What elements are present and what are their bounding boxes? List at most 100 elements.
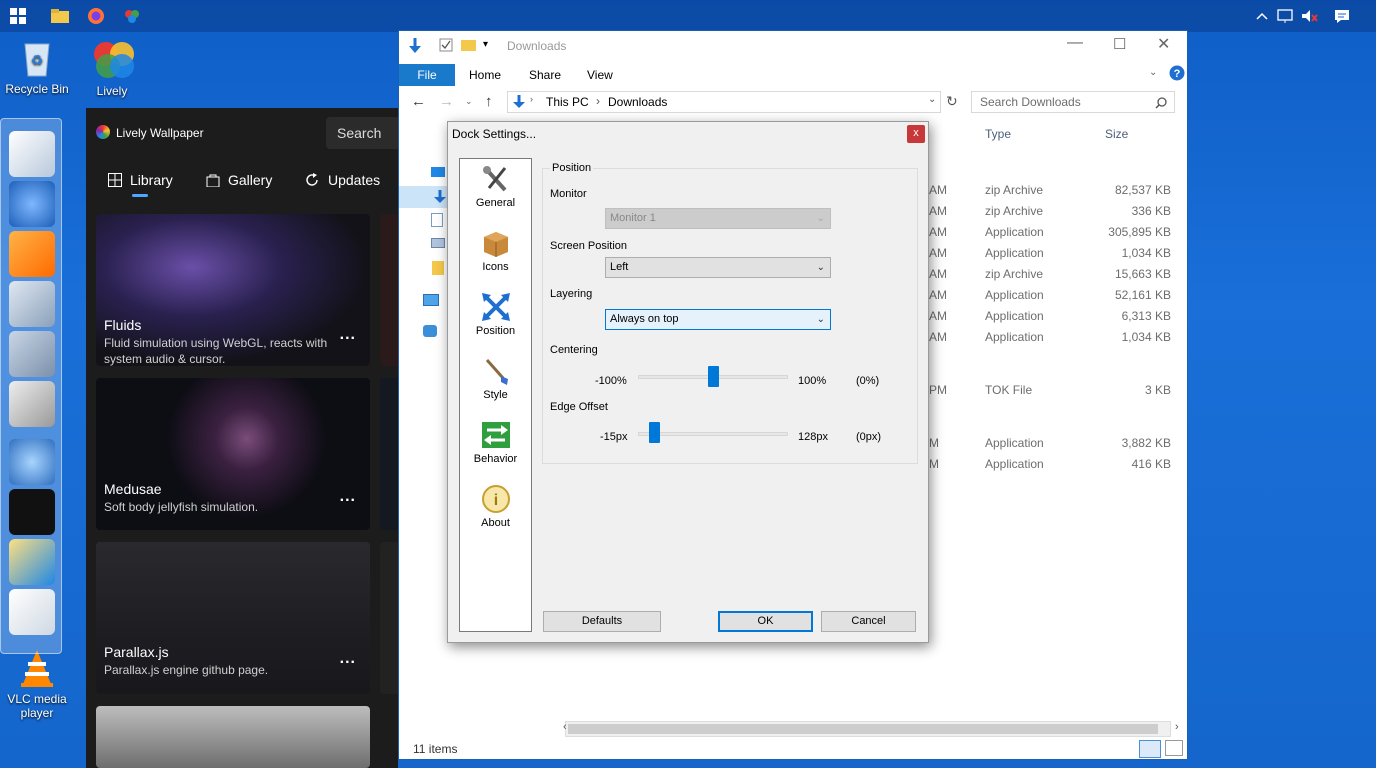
- pictures-icon[interactable]: [431, 238, 445, 248]
- minimize-button[interactable]: —: [1067, 34, 1083, 52]
- back-arrow-icon[interactable]: ←: [411, 93, 426, 110]
- file-row[interactable]: AM Application 1,034 KB: [929, 246, 1179, 267]
- file-row[interactable]: AM Application 305,895 KB: [929, 225, 1179, 246]
- card-more-button[interactable]: ...: [340, 326, 356, 344]
- wallpaper-card-partial[interactable]: [380, 214, 398, 366]
- dock-item-recycle[interactable]: [9, 589, 55, 635]
- notifications-icon[interactable]: [1332, 6, 1352, 26]
- edge-offset-slider-track[interactable]: [638, 432, 788, 436]
- card-more-button[interactable]: ...: [340, 488, 356, 506]
- forward-arrow-icon[interactable]: →: [439, 93, 454, 110]
- desktop-folder-icon[interactable]: [431, 167, 445, 177]
- dock-item-internet[interactable]: [9, 181, 55, 227]
- dialog-close-button[interactable]: x: [907, 125, 925, 143]
- dock-item-tools[interactable]: [9, 381, 55, 427]
- nav-about[interactable]: i About: [460, 483, 531, 529]
- chevron-down-icon[interactable]: ⌄: [928, 94, 936, 105]
- wallpaper-card-partial[interactable]: [96, 706, 370, 768]
- menu-home[interactable]: Home: [455, 64, 515, 86]
- details-view-icon[interactable]: [1139, 740, 1161, 758]
- tab-updates[interactable]: Updates: [304, 172, 380, 188]
- lively-taskbar-icon[interactable]: [122, 6, 142, 26]
- file-row[interactable]: M Application 416 KB: [929, 457, 1179, 478]
- chevron-down-icon[interactable]: ⌄: [465, 96, 473, 107]
- file-row[interactable]: AM Application 52,161 KB: [929, 288, 1179, 309]
- lively-desktop-icon[interactable]: Lively: [75, 40, 149, 98]
- chevron-down-icon[interactable]: ⌄: [1149, 67, 1157, 78]
- dock-item-settings[interactable]: [9, 131, 55, 177]
- network-icon[interactable]: [1276, 6, 1296, 26]
- nav-behavior[interactable]: Behavior: [460, 419, 531, 465]
- chevron-down-icon[interactable]: ▾: [483, 39, 488, 50]
- nav-icons[interactable]: Icons: [460, 227, 531, 273]
- wallpaper-card-partial[interactable]: [380, 378, 398, 530]
- address-bar[interactable]: › This PC › Downloads ⌄: [507, 91, 941, 113]
- tab-library[interactable]: Library: [108, 172, 173, 188]
- maximize-button[interactable]: ☐: [1113, 35, 1126, 53]
- cancel-button[interactable]: Cancel: [821, 611, 916, 632]
- file-row[interactable]: AM Application 6,313 KB: [929, 309, 1179, 330]
- dock-item-folder[interactable]: [9, 281, 55, 327]
- screen-position-select[interactable]: Left ⌄: [605, 257, 831, 278]
- wallpaper-card-parallax[interactable]: Parallax.js Parallax.js engine github pa…: [96, 542, 370, 694]
- card-more-button[interactable]: ...: [340, 650, 356, 668]
- folder-icon[interactable]: [432, 261, 444, 275]
- large-icons-view-icon[interactable]: [1165, 740, 1183, 756]
- network-icon[interactable]: [423, 325, 437, 337]
- layering-select[interactable]: Always on top ⌄: [605, 309, 831, 330]
- nav-general[interactable]: General: [460, 163, 531, 209]
- scroll-right-icon[interactable]: ›: [1175, 721, 1179, 733]
- file-explorer-icon[interactable]: [50, 6, 70, 26]
- refresh-icon[interactable]: ↻: [946, 93, 958, 110]
- defaults-button[interactable]: Defaults: [543, 611, 661, 632]
- windows-start-icon[interactable]: [8, 6, 28, 26]
- dock-item-visual-studio[interactable]: [9, 539, 55, 585]
- menu-file[interactable]: File: [399, 64, 455, 86]
- column-type[interactable]: Type: [985, 127, 1011, 141]
- wallpaper-card-medusae[interactable]: Medusae Soft body jellyfish simulation. …: [96, 378, 370, 530]
- new-folder-icon[interactable]: [461, 38, 477, 52]
- tab-gallery[interactable]: Gallery: [206, 172, 272, 188]
- dock-item-tshirt[interactable]: [9, 489, 55, 535]
- chevron-up-icon[interactable]: [1252, 6, 1272, 26]
- recycle-bin-desktop-icon[interactable]: ♻ Recycle Bin: [0, 38, 74, 96]
- dock-item-firefox[interactable]: [9, 231, 55, 277]
- scrollbar-thumb[interactable]: [568, 724, 1158, 734]
- dock-item-computer[interactable]: [9, 331, 55, 377]
- edge-offset-slider-thumb[interactable]: [648, 422, 660, 443]
- file-row[interactable]: AM zip Archive 15,663 KB: [929, 267, 1179, 288]
- search-input[interactable]: Search Downloads: [971, 91, 1175, 113]
- wallpaper-card-fluids[interactable]: Fluids Fluid simulation using WebGL, rea…: [96, 214, 370, 366]
- monitor-select[interactable]: Monitor 1 ⌄: [605, 208, 831, 229]
- dock-item-network[interactable]: [9, 439, 55, 485]
- breadcrumb-this-pc[interactable]: This PC: [546, 95, 589, 109]
- file-row[interactable]: M Application 3,882 KB: [929, 436, 1179, 457]
- nav-style[interactable]: Style: [460, 355, 531, 401]
- column-size[interactable]: Size: [1105, 127, 1128, 141]
- wallpaper-card-partial[interactable]: [380, 542, 398, 694]
- breadcrumb-downloads[interactable]: Downloads: [608, 95, 667, 109]
- scroll-left-icon[interactable]: ‹: [563, 721, 567, 733]
- vlc-desktop-icon[interactable]: VLC media player: [0, 648, 74, 720]
- properties-icon[interactable]: [439, 38, 453, 52]
- horizontal-scrollbar[interactable]: [565, 721, 1171, 737]
- lively-search-box[interactable]: Search: [326, 117, 398, 149]
- up-arrow-icon[interactable]: ↑: [485, 93, 493, 110]
- file-row[interactable]: PM TOK File 3 KB: [929, 383, 1179, 404]
- firefox-icon[interactable]: [86, 6, 106, 26]
- this-pc-icon[interactable]: [423, 294, 439, 306]
- file-row[interactable]: AM zip Archive 336 KB: [929, 204, 1179, 225]
- speaker-muted-icon[interactable]: [1300, 6, 1320, 26]
- document-icon[interactable]: [431, 213, 443, 227]
- file-row[interactable]: AM Application 1,034 KB: [929, 330, 1179, 351]
- help-icon[interactable]: ?: [1169, 65, 1185, 81]
- centering-slider-thumb[interactable]: [708, 366, 719, 387]
- menu-share[interactable]: Share: [515, 64, 575, 86]
- nav-position[interactable]: Position: [460, 291, 531, 337]
- file-row[interactable]: AM zip Archive 82,537 KB: [929, 183, 1179, 204]
- menu-view[interactable]: View: [573, 64, 627, 86]
- ok-button[interactable]: OK: [718, 611, 813, 632]
- svg-text:♻: ♻: [31, 52, 44, 68]
- close-button[interactable]: ✕: [1157, 34, 1170, 54]
- centering-value: (0%): [856, 375, 880, 387]
